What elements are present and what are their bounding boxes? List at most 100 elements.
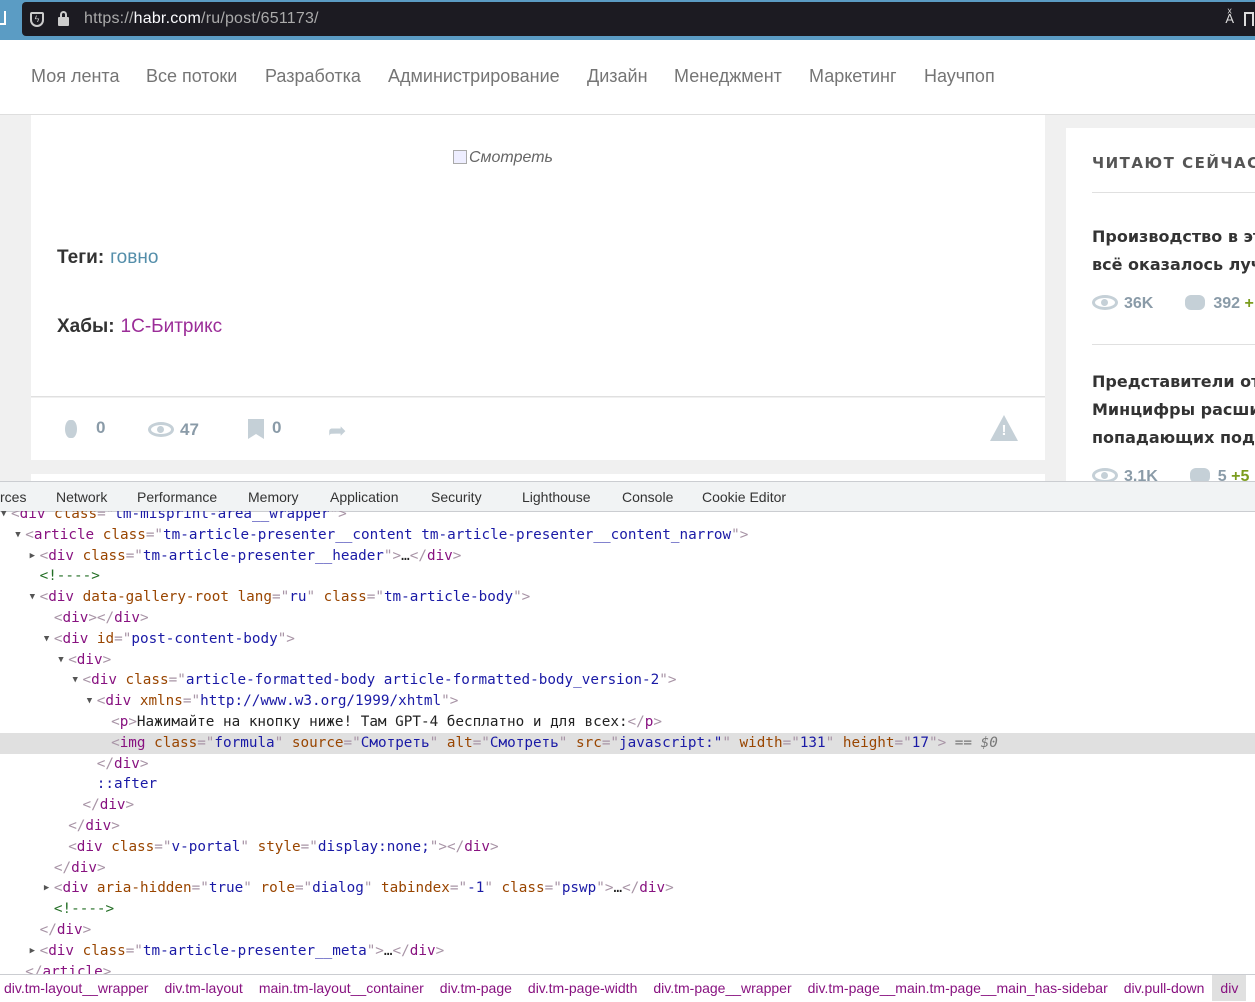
- dom-node[interactable]: <div></div>: [0, 608, 1255, 629]
- nav-all-streams[interactable]: Все потоки: [146, 66, 237, 87]
- collapse-triangle-icon[interactable]: ▼: [44, 629, 49, 650]
- tab-console[interactable]: Console: [622, 489, 673, 505]
- address-bar[interactable]: ϟ https://habr.com/ru/post/651173/ Aͯ: [22, 2, 1255, 36]
- expand-triangle-icon[interactable]: ▶: [30, 941, 35, 962]
- token-pu: <: [39, 589, 49, 606]
- home-icon[interactable]: [0, 11, 6, 25]
- tab-application[interactable]: Application: [330, 489, 399, 505]
- token-an: style: [248, 838, 301, 855]
- token-av: dialog: [312, 880, 364, 897]
- dom-node[interactable]: ▼ <div data-gallery-root lang="ru" class=…: [0, 587, 1255, 608]
- hubs-label: Хабы:: [57, 316, 115, 337]
- dom-node[interactable]: </div>: [0, 858, 1255, 879]
- reading-now-sidebar: ЧИТАЮТ СЕЙЧАС Производство в этовсё оказ…: [1066, 128, 1255, 488]
- tag-link[interactable]: говно: [110, 247, 158, 268]
- translate-icon[interactable]: Aͯ: [1225, 11, 1234, 26]
- breadcrumb-item[interactable]: div.tm-page-width: [520, 975, 645, 1001]
- token-tag: div: [105, 693, 132, 710]
- token-pu: =": [191, 880, 209, 897]
- tab-lighthouse[interactable]: Lighthouse: [522, 489, 591, 505]
- dom-node[interactable]: <!---->: [0, 566, 1255, 587]
- breadcrumb-item[interactable]: div.tm-page: [432, 975, 520, 1001]
- nav-development[interactable]: Разработка: [265, 66, 361, 87]
- token-pu: =": [544, 880, 562, 897]
- nav-management[interactable]: Менеджмент: [674, 66, 782, 87]
- token-pu: ">: [441, 693, 459, 710]
- dom-tree[interactable]: ▼ <div class="tm-misprint-area__wrapper">…: [0, 511, 1255, 974]
- tab-cookie-editor[interactable]: Cookie Editor: [702, 489, 786, 505]
- nav-administration[interactable]: Администрирование: [388, 66, 560, 87]
- collapse-triangle-icon[interactable]: ▼: [30, 587, 35, 608]
- dom-node[interactable]: ::after: [0, 774, 1255, 795]
- dom-node[interactable]: ▼ <article class="tm-article-presenter__c…: [0, 525, 1255, 546]
- dom-node[interactable]: </div>: [0, 754, 1255, 775]
- broken-image[interactable]: Смотреть: [453, 149, 553, 167]
- dom-node[interactable]: ▼ <div id="post-content-body">: [0, 629, 1255, 650]
- dom-node[interactable]: ▶ <div class="tm-article-presenter__heade…: [0, 546, 1255, 567]
- token-pu: >: [82, 921, 92, 938]
- dom-node[interactable]: </div>: [0, 795, 1255, 816]
- token-pu: =": [145, 526, 164, 543]
- token-an: src: [567, 734, 602, 751]
- dom-node[interactable]: <div class="v-portal" style="display:non…: [0, 837, 1255, 858]
- tab-memory[interactable]: Memory: [248, 489, 299, 505]
- breadcrumb-item[interactable]: div.tm-layout__wrapper: [0, 975, 156, 1001]
- nav-popsci[interactable]: Научпоп: [924, 66, 995, 87]
- dom-node[interactable]: ▼ <div class="tm-misprint-area__wrapper">: [0, 511, 1255, 525]
- breadcrumb-item[interactable]: main.tm-layout__container: [251, 975, 432, 1001]
- hub-link[interactable]: 1С-Битрикс: [121, 316, 223, 337]
- dom-node[interactable]: </div>: [0, 920, 1255, 941]
- breadcrumb-item[interactable]: div.tm-page__wrapper: [645, 975, 799, 1001]
- share-icon[interactable]: ➦: [328, 418, 346, 444]
- breadcrumb-item[interactable]: div: [1212, 975, 1247, 1001]
- lock-icon[interactable]: [58, 11, 69, 26]
- collapse-triangle-icon[interactable]: ▼: [58, 650, 63, 671]
- expand-triangle-icon[interactable]: ▶: [30, 546, 35, 567]
- report-warning-icon[interactable]: !: [990, 415, 1018, 441]
- dom-node[interactable]: ▼ <div class="article-formatted-body arti…: [0, 670, 1255, 691]
- token-av: tm-article-presenter__content tm-article…: [163, 526, 732, 543]
- dom-node[interactable]: ▶ <div class="tm-article-presenter__meta"…: [0, 941, 1255, 962]
- tracking-protection-icon[interactable]: ϟ: [30, 12, 44, 27]
- collapse-triangle-icon[interactable]: ▼: [1, 511, 6, 525]
- tab-network[interactable]: Network: [56, 489, 107, 505]
- token-pu: </: [627, 713, 645, 730]
- dom-node[interactable]: ▼ <div>: [0, 650, 1255, 671]
- token-pu: =": [97, 511, 115, 522]
- dom-node[interactable]: <p>Нажимайте на кнопку ниже! Там GPT-4 б…: [0, 712, 1255, 733]
- token-tag: div: [426, 547, 453, 564]
- bookmark-star-icon[interactable]: [1244, 12, 1254, 26]
- breadcrumb-item[interactable]: div.pull-down: [1116, 975, 1213, 1001]
- dom-node[interactable]: </div>: [0, 816, 1255, 837]
- nav-my-feed[interactable]: Моя лента: [31, 66, 119, 87]
- token-an: source: [283, 734, 344, 751]
- eye-icon: [148, 422, 174, 437]
- bookmark-icon[interactable]: [248, 419, 264, 439]
- sidebar-article-title[interactable]: Производство в этовсё оказалось лучш: [1092, 223, 1255, 279]
- rating-icon[interactable]: [65, 420, 77, 438]
- nav-design[interactable]: Дизайн: [587, 66, 648, 87]
- collapse-triangle-icon[interactable]: ▼: [87, 691, 92, 712]
- token-pu: ">: [366, 942, 384, 959]
- token-ps: ::after: [96, 776, 158, 793]
- token-av: http://www.w3.org/1999/xhtml: [200, 693, 442, 710]
- dom-node[interactable]: </article>: [0, 962, 1255, 974]
- tab-security[interactable]: Security: [431, 489, 482, 505]
- nav-marketing[interactable]: Маркетинг: [809, 66, 897, 87]
- token-tag: div: [114, 755, 140, 772]
- token-pu: >: [102, 963, 112, 974]
- sidebar-article-title[interactable]: Представители отр Минцифры расшир попадающ…: [1092, 368, 1255, 452]
- dom-node[interactable]: <!---->: [0, 899, 1255, 920]
- url-text[interactable]: https://habr.com/ru/post/651173/: [84, 10, 319, 28]
- collapse-triangle-icon[interactable]: ▼: [73, 670, 78, 691]
- breadcrumb-item[interactable]: div.tm-layout: [156, 975, 250, 1001]
- dom-node[interactable]: ▶ <div aria-hidden="true" role="dialog" t…: [0, 878, 1255, 899]
- dom-node-selected[interactable]: <img class="formula" source="Смотреть" a…: [0, 732, 1255, 754]
- tab-performance[interactable]: Performance: [137, 489, 217, 505]
- dom-node[interactable]: ▼ <div xmlns="http://www.w3.org/1999/xhtm…: [0, 691, 1255, 712]
- collapse-triangle-icon[interactable]: ▼: [15, 525, 20, 546]
- tab-sources[interactable]: rces: [0, 489, 26, 505]
- breadcrumb-item[interactable]: div.tm-page__main.tm-page__main_has-side…: [800, 975, 1116, 1001]
- expand-triangle-icon[interactable]: ▶: [44, 878, 49, 899]
- token-tag: div: [48, 547, 75, 564]
